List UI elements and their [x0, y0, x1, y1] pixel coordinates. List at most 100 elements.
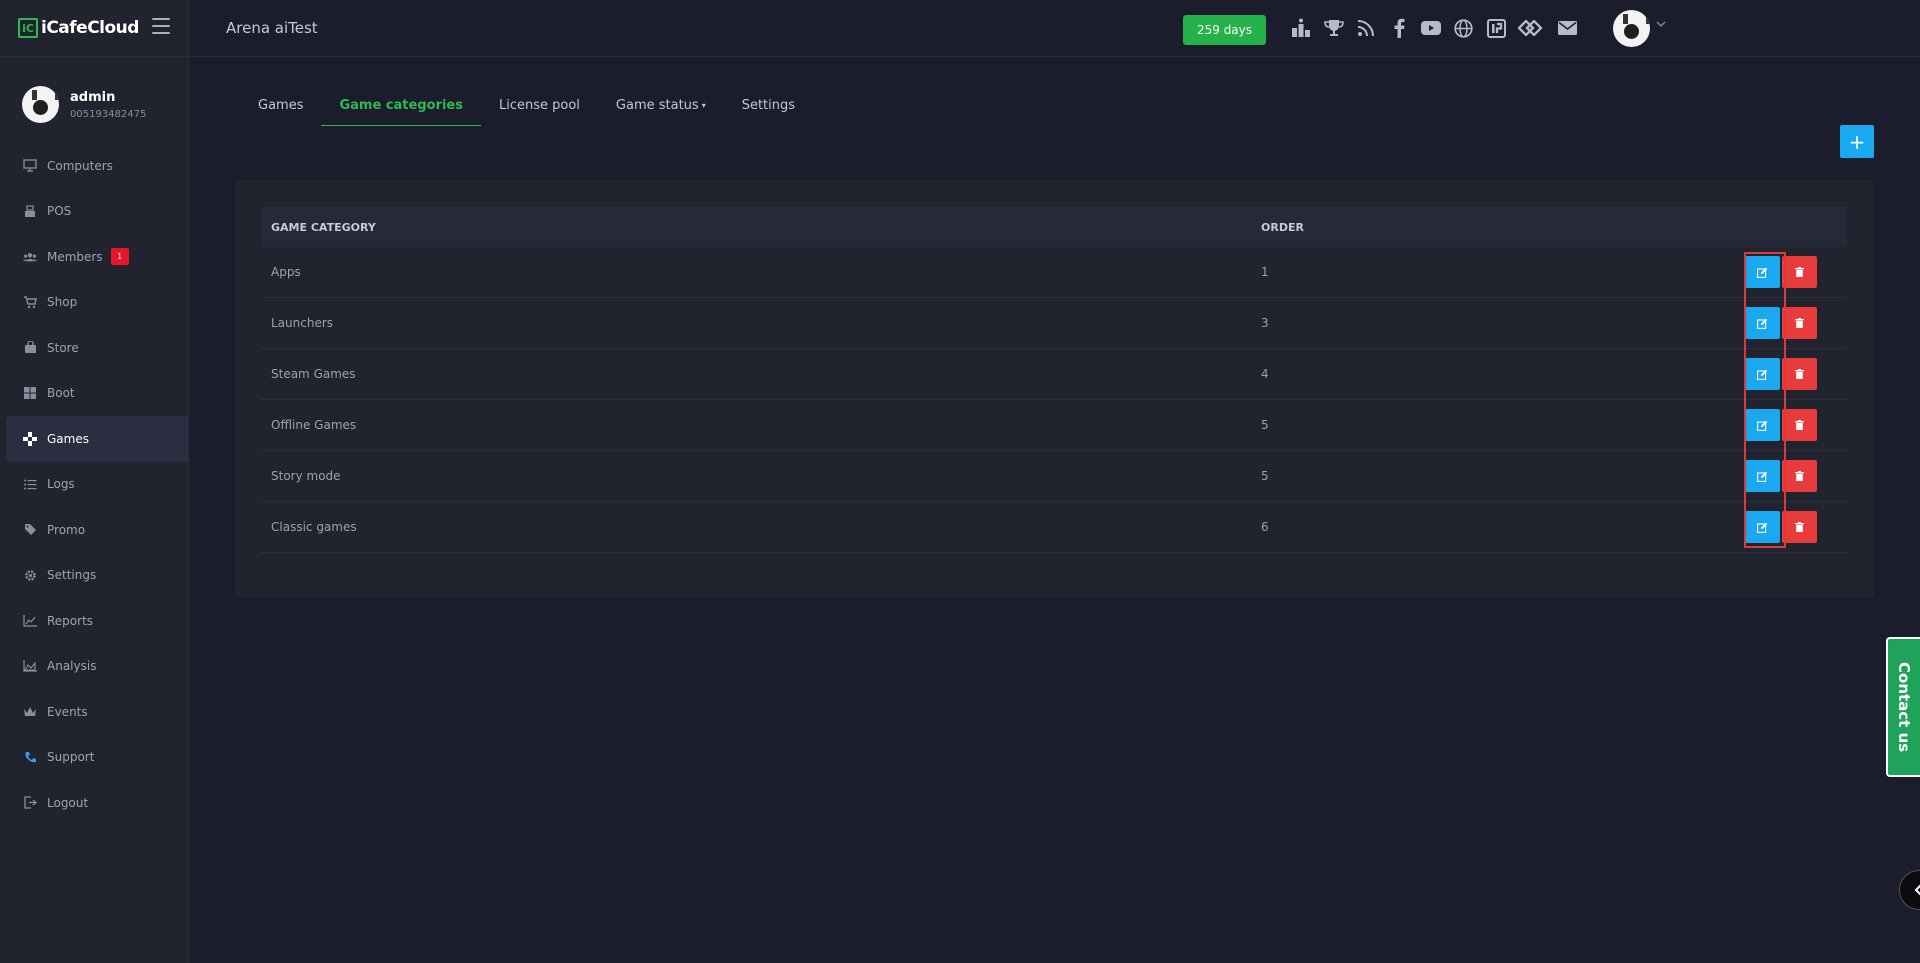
edit-button[interactable] — [1745, 409, 1780, 441]
table-row: Offline Games 5 — [261, 400, 1847, 451]
table-row: Launchers 3 — [261, 298, 1847, 349]
table-row: Story mode 5 — [261, 451, 1847, 502]
row-actions — [1745, 460, 1817, 492]
users-icon — [23, 250, 37, 264]
delete-button[interactable] — [1782, 409, 1817, 441]
chevron-down-icon[interactable] — [1656, 20, 1666, 31]
delete-button[interactable] — [1782, 460, 1817, 492]
icafe-icon[interactable] — [1485, 17, 1507, 39]
edit-button[interactable] — [1745, 460, 1780, 492]
edit-icon — [1757, 522, 1768, 533]
area-chart-icon — [23, 659, 37, 673]
edit-icon — [1757, 471, 1768, 482]
sidebar-item-label: Settings — [47, 568, 97, 583]
user-box: admin 005193482475 — [0, 57, 188, 132]
sidebar-item-label: Members — [47, 249, 103, 264]
sidebar-item-logs[interactable]: Logs — [0, 462, 188, 508]
rss-icon[interactable] — [1355, 17, 1377, 39]
sidebar-item-label: Computers — [47, 158, 113, 173]
tab-license-pool[interactable]: License pool — [481, 85, 598, 126]
tab-game-categories[interactable]: Game categories — [321, 85, 481, 126]
categories-table: GAME CATEGORY ORDER Apps 1 Launchers 3 Steam… — [261, 207, 1847, 553]
add-category-button[interactable]: + — [1840, 125, 1874, 158]
header-order: ORDER — [1261, 220, 1304, 234]
sidebar-item-label: Games — [47, 431, 89, 446]
sidebar-item-reports[interactable]: Reports — [0, 598, 188, 644]
tab-games[interactable]: Games — [240, 85, 321, 126]
sidebar-item-pos[interactable]: POS — [0, 189, 188, 235]
table-row: Classic games 6 — [261, 502, 1847, 553]
sidebar-item-games[interactable]: Games — [6, 416, 188, 462]
table-row: Apps 1 — [261, 247, 1847, 298]
menu-toggle-icon[interactable] — [152, 18, 170, 34]
row-actions — [1745, 511, 1817, 543]
sidebar-nav: Computers POS Members 1 Shop Store Boot … — [0, 143, 188, 826]
sidebar-item-boot[interactable]: Boot — [0, 371, 188, 417]
row-actions — [1745, 409, 1817, 441]
sidebar-item-analysis[interactable]: Analysis — [0, 644, 188, 690]
delete-button[interactable] — [1782, 511, 1817, 543]
sidebar-item-label: Promo — [47, 522, 86, 537]
category-name: Apps — [271, 265, 301, 279]
sidebar-item-label: Boot — [47, 386, 75, 401]
globe-icon[interactable] — [1453, 17, 1475, 39]
chevron-left-icon[interactable] — [1899, 870, 1920, 910]
ranking-icon[interactable] — [1290, 17, 1312, 39]
sidebar-item-shop[interactable]: Shop — [0, 280, 188, 326]
sidebar-item-label: Logs — [47, 477, 75, 492]
edit-button[interactable] — [1745, 307, 1780, 339]
logo-icon: iC — [18, 18, 38, 38]
tab-game-status[interactable]: Game status ▾ — [598, 85, 724, 126]
edit-icon — [1757, 420, 1768, 431]
delete-button[interactable] — [1782, 256, 1817, 288]
wave-icon[interactable] — [1517, 17, 1546, 39]
trash-icon — [1795, 471, 1804, 481]
sidebar-item-label: Shop — [47, 295, 78, 310]
sidebar-item-settings[interactable]: Settings — [0, 553, 188, 599]
brand-name: iCafeCloud — [41, 18, 139, 38]
youtube-icon[interactable] — [1420, 17, 1442, 39]
avatar — [22, 86, 59, 123]
facebook-icon[interactable] — [1388, 17, 1410, 39]
edit-button[interactable] — [1745, 358, 1780, 390]
windows-icon — [23, 386, 37, 400]
category-name: Offline Games — [271, 418, 357, 432]
trash-icon — [1795, 318, 1804, 328]
sidebar-item-support[interactable]: Support — [0, 735, 188, 781]
trash-icon — [1795, 267, 1804, 277]
tab-bar: Games Game categories License pool Game … — [240, 85, 813, 126]
edit-button[interactable] — [1745, 511, 1780, 543]
table-row: Steam Games 4 — [261, 349, 1847, 400]
trophy-icon[interactable] — [1323, 17, 1345, 39]
mail-icon[interactable] — [1556, 17, 1578, 39]
logo-bar: iC iCafeCloud — [0, 0, 188, 57]
cart-icon — [23, 295, 37, 309]
sidebar-item-members[interactable]: Members 1 — [0, 234, 188, 280]
logout-icon — [23, 796, 37, 810]
sidebar-item-logout[interactable]: Logout — [0, 780, 188, 826]
monitor-icon — [23, 159, 37, 173]
edit-icon — [1757, 369, 1768, 380]
sidebar-item-label: Reports — [47, 613, 94, 628]
edit-button[interactable] — [1745, 256, 1780, 288]
sidebar-item-label: POS — [47, 204, 72, 219]
sidebar-item-computers[interactable]: Computers — [0, 143, 188, 189]
sidebar-item-events[interactable]: Events — [0, 689, 188, 735]
delete-button[interactable] — [1782, 358, 1817, 390]
category-name: Story mode — [271, 469, 341, 483]
user-name: admin — [70, 89, 116, 105]
category-order: 1 — [1261, 265, 1269, 279]
contact-us-tab[interactable]: Contact us — [1886, 637, 1920, 777]
sidebar-item-label: Events — [47, 704, 88, 719]
sidebar-item-promo[interactable]: Promo — [0, 507, 188, 553]
subscription-days-button[interactable]: 259 days — [1183, 15, 1266, 45]
tab-settings[interactable]: Settings — [724, 85, 813, 126]
sidebar-item-store[interactable]: Store — [0, 325, 188, 371]
cash-register-icon — [23, 204, 37, 218]
bag-icon — [23, 341, 37, 355]
category-name: Classic games — [271, 520, 357, 534]
line-chart-icon — [23, 614, 37, 628]
account-avatar[interactable] — [1613, 10, 1650, 47]
crown-icon — [23, 705, 37, 719]
delete-button[interactable] — [1782, 307, 1817, 339]
